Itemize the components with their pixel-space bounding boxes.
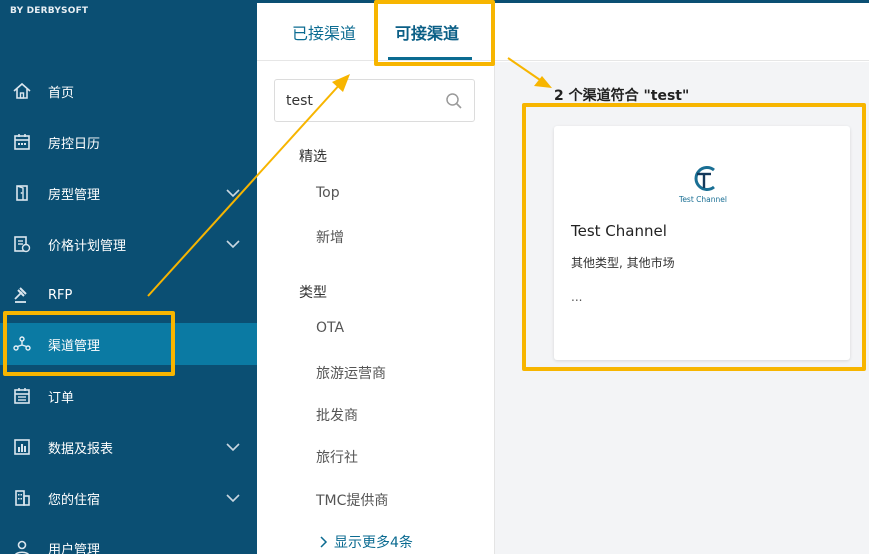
sidebar-item-label: 您的住宿 [48,492,101,508]
sidebar: BY DERBYSOFT 首页 房控日历 房型管理 价格计划管理 RFP 渠道管… [0,0,257,554]
chevron-down-icon[interactable] [224,235,242,253]
sidebar-item-room-types[interactable]: 房型管理 [0,172,257,214]
sidebar-item-user-management[interactable]: 用户管理 [0,527,257,554]
sidebar-item-label: 价格计划管理 [48,238,127,254]
tab-connected-channels[interactable]: 已接渠道 [292,3,356,61]
channel-more: ... [571,290,583,304]
calendar-icon [11,131,33,153]
chevron-down-icon[interactable] [224,438,242,456]
sidebar-item-label: 渠道管理 [48,338,101,354]
filter-item-tour-operator[interactable]: 旅游运营商 [316,363,386,383]
sidebar-item-label: 首页 [48,85,75,101]
channel-tags: 其他类型, 其他市场 [571,256,675,270]
show-more-link[interactable]: 显示更多4条 [319,532,413,552]
search-box [274,79,475,122]
channel-title: Test Channel [571,222,667,240]
results-panel: 2 个渠道符合 "test" Test Channel Test Channel… [495,62,869,554]
sidebar-item-label: RFP [48,287,73,303]
sidebar-item-home[interactable]: 首页 [0,70,257,112]
sidebar-item-label: 用户管理 [48,542,101,554]
sidebar-item-your-property[interactable]: 您的住宿 [0,477,257,519]
home-icon [11,80,33,102]
chevron-down-icon[interactable] [224,184,242,202]
gavel-icon [11,284,33,306]
search-input[interactable] [286,90,436,112]
search-icon[interactable] [445,92,463,110]
price-plan-icon [11,233,33,255]
sidebar-item-label: 房控日历 [48,136,101,152]
tab-available-channels[interactable]: 可接渠道 [395,3,459,61]
user-icon [11,537,33,554]
channel-logo: Test Channel [670,162,736,206]
sidebar-item-channel-management[interactable]: 渠道管理 [0,323,257,365]
building-icon [11,487,33,509]
filter-group-type: 类型 [299,285,327,301]
filter-item-wholesaler[interactable]: 批发商 [316,405,358,425]
brand-logo [10,0,110,2]
order-icon [11,385,33,407]
sidebar-item-orders[interactable]: 订单 [0,375,257,417]
filter-group-featured: 精选 [299,149,327,165]
active-tab-indicator [388,57,472,60]
chevron-right-icon [320,536,328,548]
sidebar-item-reports[interactable]: 数据及报表 [0,426,257,468]
sidebar-item-calendar[interactable]: 房控日历 [0,121,257,163]
show-more-label: 显示更多4条 [334,535,413,551]
brand-subtitle: BY DERBYSOFT [10,6,89,16]
channel-tabs: 已接渠道 可接渠道 [257,3,869,61]
filter-item-new[interactable]: 新增 [316,227,344,247]
filter-item-ota[interactable]: OTA [316,320,344,336]
filter-item-tmc[interactable]: TMC提供商 [316,490,388,510]
sidebar-item-label: 房型管理 [48,187,101,203]
sidebar-item-rate-plans[interactable]: 价格计划管理 [0,223,257,265]
sidebar-item-label: 订单 [48,390,75,406]
network-icon [11,333,33,355]
door-icon [11,182,33,204]
channel-card-test-channel[interactable]: Test Channel Test Channel 其他类型, 其他市场 ... [554,126,850,360]
filter-item-travel-agency[interactable]: 旅行社 [316,447,358,467]
sidebar-item-label: 数据及报表 [48,441,114,457]
sidebar-item-rfp[interactable]: RFP [0,274,257,316]
filter-item-top[interactable]: Top [316,185,340,201]
filter-panel: 精选 Top 新增 类型 OTA 旅游运营商 批发商 旅行社 TMC提供商 显示… [257,62,495,554]
chevron-down-icon[interactable] [224,489,242,507]
channel-logo-text: Test Channel [678,195,727,204]
result-count: 2 个渠道符合 "test" [554,88,690,104]
chart-icon [11,436,33,458]
